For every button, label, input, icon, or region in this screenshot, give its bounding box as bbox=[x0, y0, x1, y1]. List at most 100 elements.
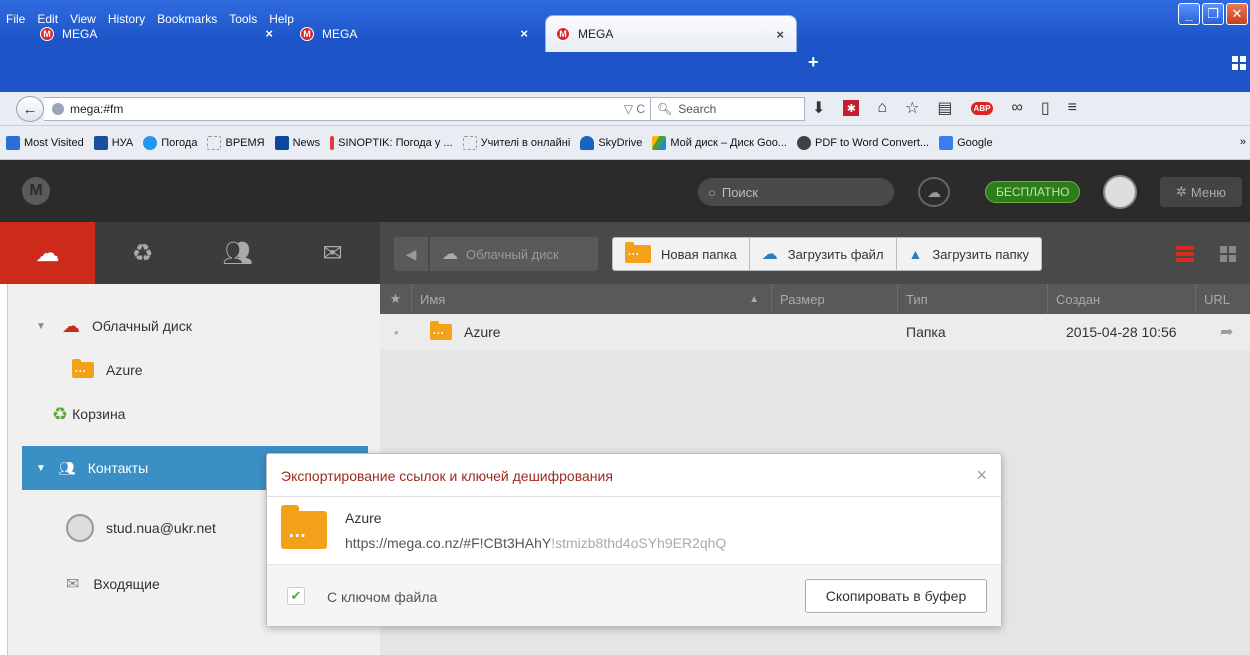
clipboard-icon[interactable]: ▯ bbox=[1041, 98, 1050, 118]
hamburger-menu-icon[interactable]: ≡ bbox=[1068, 99, 1077, 117]
chevron-down-icon[interactable]: ▼ bbox=[36, 321, 52, 332]
breadcrumb-label: Облачный диск bbox=[466, 246, 559, 262]
bookmark-star-icon[interactable]: ☆ bbox=[905, 98, 919, 118]
bookmark-nua[interactable]: НУА bbox=[93, 135, 133, 150]
bookmark-label: Мой диск – Диск Goo... bbox=[670, 136, 787, 149]
new-folder-button[interactable]: Новая папка bbox=[613, 238, 750, 270]
bookmark-icon bbox=[207, 135, 222, 150]
new-tab-button[interactable]: + bbox=[808, 52, 819, 73]
bookmark-google[interactable]: Google bbox=[939, 135, 993, 150]
user-avatar[interactable] bbox=[1103, 175, 1137, 209]
tree-item-trash[interactable]: ♻ Корзина bbox=[8, 392, 380, 436]
upload-folder-button[interactable]: ▲ Загрузить папку bbox=[897, 238, 1041, 270]
column-type[interactable]: Тип bbox=[898, 284, 1048, 314]
home-icon[interactable]: ⌂ bbox=[877, 99, 887, 117]
column-label: Тип bbox=[906, 291, 928, 307]
menu-file[interactable]: File bbox=[6, 12, 25, 26]
bookmark-most-visited[interactable]: Most Visited bbox=[6, 135, 84, 150]
cloud-drive-tab-icon[interactable]: ☁ bbox=[0, 222, 95, 284]
upload-file-button[interactable]: ☁ Загрузить файл bbox=[750, 238, 897, 270]
mega-menu-button[interactable]: ✲ Меню bbox=[1160, 177, 1242, 207]
upload-folder-icon: ▲ bbox=[908, 246, 923, 262]
tab-title: MEGA bbox=[322, 26, 358, 41]
share-arrow-icon[interactable]: ➦ bbox=[1220, 314, 1233, 350]
search-input[interactable]: 🔍︎ Search bbox=[650, 97, 805, 121]
tab-close-icon[interactable]: × bbox=[776, 27, 784, 42]
tree-label: Контакты bbox=[87, 460, 149, 476]
column-url[interactable]: URL bbox=[1196, 284, 1250, 314]
recycle-icon: ♻ bbox=[52, 403, 69, 424]
table-row[interactable]: ● Azure Папка 2015-04-28 10:56 ➦ bbox=[380, 314, 1250, 350]
magnifier-icon: ○ bbox=[708, 184, 716, 200]
window-controls: _ ❐ ✕ bbox=[1178, 3, 1248, 25]
back-button[interactable]: ← bbox=[16, 96, 44, 122]
transfers-cloud-icon[interactable]: ☁ bbox=[918, 177, 950, 207]
dialog-footer: ✔ С ключом файла Скопировать в буфер bbox=[267, 564, 1001, 626]
magnifier-icon: 🔍︎ bbox=[657, 102, 673, 116]
chevron-down-icon[interactable]: ▼ bbox=[36, 463, 46, 474]
minimize-button[interactable]: _ bbox=[1178, 3, 1200, 25]
addon-icon[interactable]: ✱ bbox=[843, 100, 860, 116]
mega-logo[interactable]: M bbox=[22, 177, 50, 205]
rubbish-bin-tab-icon[interactable]: ♻ bbox=[95, 222, 190, 284]
address-bar[interactable]: mega:#fm ▽ C bbox=[44, 97, 654, 121]
tree-item-cloud-drive[interactable]: ▼ ☁ Облачный диск bbox=[8, 304, 380, 348]
column-name[interactable]: Имя ▲ bbox=[412, 284, 772, 314]
tab-mega-active[interactable]: M MEGA × bbox=[545, 15, 797, 52]
navigation-bar: ← mega:#fm ▽ C 🔍︎ Search ⬇ ✱ ⌂ ☆ ▤ ABP ∞… bbox=[0, 92, 1250, 126]
column-size[interactable]: Размер bbox=[772, 284, 898, 314]
bookmark-pogoda[interactable]: Погода bbox=[143, 135, 197, 150]
column-created[interactable]: Создан bbox=[1048, 284, 1196, 314]
bookmark-icon bbox=[462, 135, 477, 150]
bookmarks-menu-icon[interactable]: ▤ bbox=[937, 98, 952, 118]
breadcrumb-back-button[interactable]: ◀ bbox=[394, 237, 428, 271]
grid-view-icon[interactable] bbox=[1220, 246, 1236, 262]
bookmark-label: Учителі в онлайні bbox=[480, 136, 571, 149]
bookmark-skydrive[interactable]: SkyDrive bbox=[580, 135, 642, 150]
restore-button[interactable]: ❐ bbox=[1202, 3, 1224, 25]
export-links-dialog: Экспортирование ссылок и ключей дешифров… bbox=[266, 453, 1002, 627]
extension-icon[interactable]: ∞ bbox=[1011, 99, 1022, 117]
tab-mega-1[interactable]: M MEGA × bbox=[30, 15, 285, 52]
close-icon[interactable]: × bbox=[976, 465, 987, 486]
bookmark-sinoptik[interactable]: SINOPTIK: Погода у ... bbox=[330, 135, 453, 150]
exported-link[interactable]: https://mega.co.nz/#F!CBt3HAhY!stmizb8th… bbox=[345, 535, 726, 551]
tree-label: Azure bbox=[106, 362, 143, 378]
free-plan-badge[interactable]: БЕСПЛАТНО bbox=[985, 181, 1081, 203]
star-column-icon[interactable]: ★ bbox=[380, 284, 412, 314]
row-name: Azure bbox=[464, 324, 501, 340]
download-icon[interactable]: ⬇ bbox=[812, 98, 825, 118]
tab-groups-icon[interactable] bbox=[1232, 56, 1246, 70]
mega-header: M ○ Поиск ☁ БЕСПЛАТНО ✲ Меню bbox=[0, 160, 1250, 222]
tree-label: Облачный диск bbox=[92, 318, 192, 334]
with-key-checkbox[interactable]: ✔ bbox=[287, 587, 305, 605]
tab-title: MEGA bbox=[578, 27, 614, 41]
bookmark-google-drive[interactable]: Мой диск – Диск Goo... bbox=[652, 135, 787, 150]
copy-to-clipboard-button[interactable]: Скопировать в буфер bbox=[805, 579, 987, 613]
list-view-icon[interactable] bbox=[1176, 246, 1194, 262]
inbox-tab-icon[interactable]: ✉ bbox=[285, 222, 380, 284]
shared-folder-icon bbox=[72, 359, 94, 378]
adblock-icon[interactable]: ABP bbox=[970, 101, 994, 115]
tab-close-icon[interactable]: × bbox=[520, 26, 528, 41]
bookmark-teachers[interactable]: Учителі в онлайні bbox=[462, 135, 571, 150]
tab-close-icon[interactable]: × bbox=[265, 26, 273, 41]
bookmarks-overflow-button[interactable]: » bbox=[1240, 136, 1246, 148]
cloud-icon: ☁ bbox=[442, 246, 458, 263]
mega-tab-icon: M bbox=[300, 26, 314, 41]
breadcrumb-cloud-drive[interactable]: ☁ Облачный диск bbox=[430, 237, 598, 271]
bookmark-pdf-to-word[interactable]: PDF to Word Convert... bbox=[796, 135, 929, 150]
contacts-tab-icon[interactable]: 👥︎ bbox=[190, 222, 285, 284]
bookmark-vremya[interactable]: ВРЕМЯ bbox=[207, 135, 265, 150]
mega-search-input[interactable]: ○ Поиск bbox=[698, 178, 894, 206]
button-label: Новая папка bbox=[661, 246, 737, 262]
column-label: Создан bbox=[1056, 291, 1101, 307]
column-label: Размер bbox=[780, 291, 825, 307]
section-icon-bar: ☁ ♻ 👥︎ ✉ bbox=[0, 222, 380, 284]
envelope-icon: ✉ bbox=[66, 576, 80, 593]
tab-mega-2[interactable]: M MEGA × bbox=[290, 15, 540, 52]
bookmark-news[interactable]: News bbox=[274, 135, 320, 150]
tree-item-azure[interactable]: Azure bbox=[8, 348, 380, 392]
reload-icon[interactable]: ▽ C bbox=[624, 102, 645, 116]
close-window-button[interactable]: ✕ bbox=[1226, 3, 1248, 25]
